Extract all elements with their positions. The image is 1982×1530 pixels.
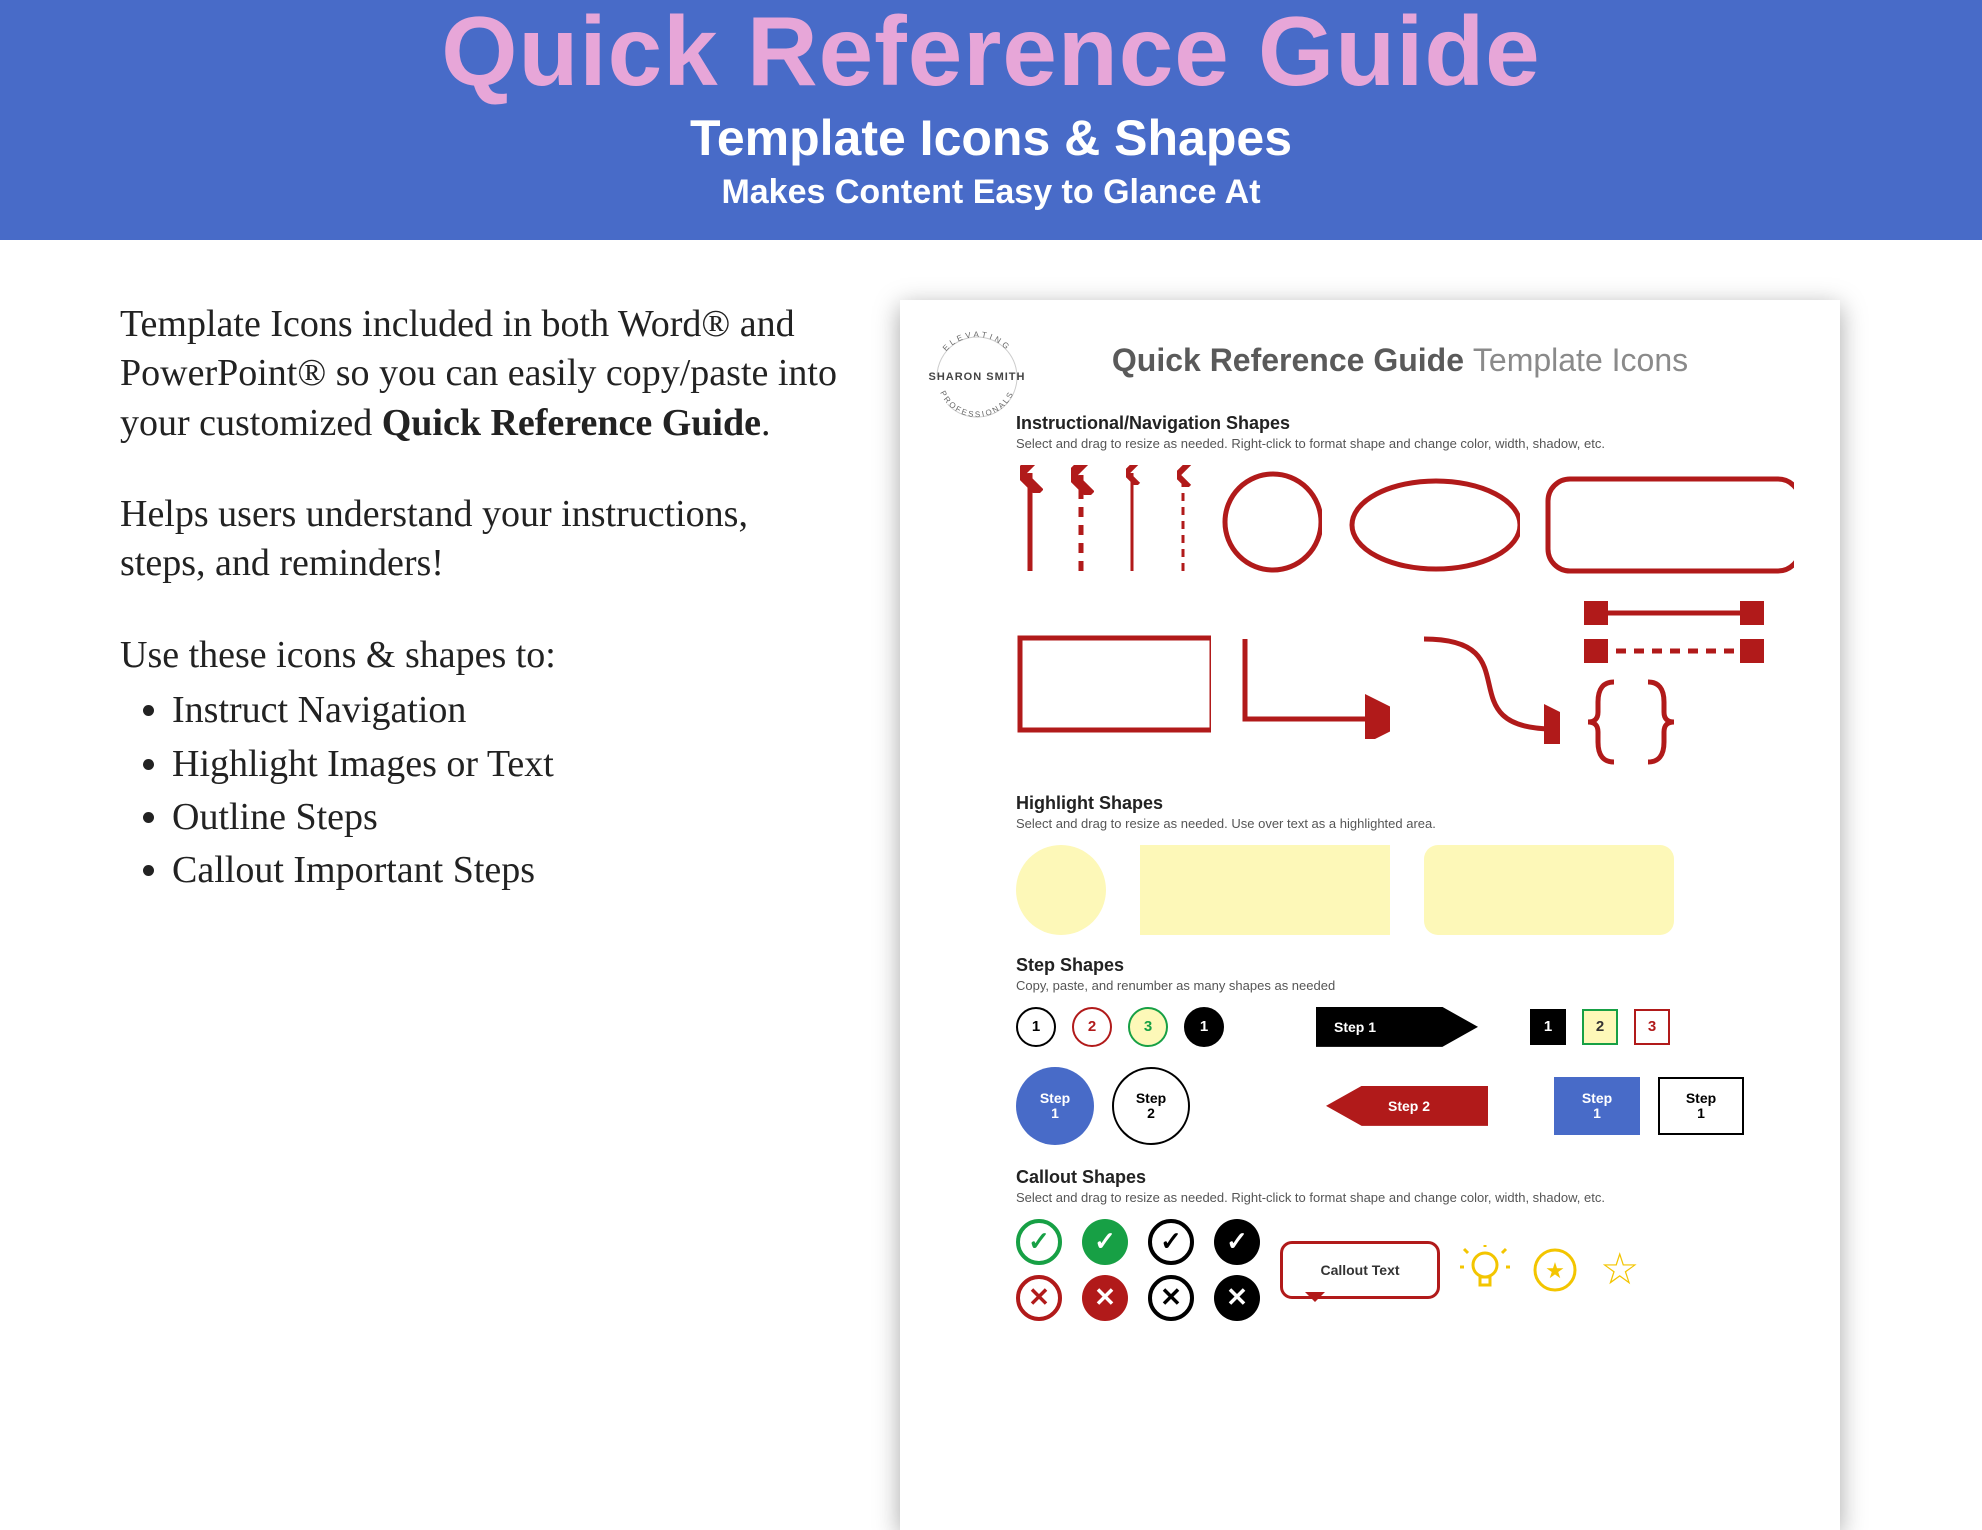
check-outline-black-icon: ✓ [1148,1219,1194,1265]
step-arrow-black: Step 1 [1316,1007,1478,1047]
paragraph-2: Helps users understand your instructions… [120,490,840,589]
list-intro: Use these icons & shapes to: [120,631,840,680]
step-big-circle-white: Step2 [1112,1067,1190,1145]
step-square-yellow: 2 [1582,1009,1618,1045]
paragraph-1: Template Icons included in both Word® an… [120,300,840,448]
arrow-up-thin-dashed-icon [1169,465,1196,575]
step-row2: Step1 Step2 Step 2 Step1 Step1 [946,1067,1794,1145]
para1-post: . [761,402,771,444]
sheet-title-light: Template Icons [1473,342,1688,378]
section4-desc: Select and drag to resize as needed. Rig… [946,1190,1794,1205]
step-box-blue: Step1 [1554,1077,1640,1135]
section2-heading: Highlight Shapes [946,793,1794,814]
page-subtitle: Template Icons & Shapes [0,109,1982,167]
star-outline-icon: ☆ [1600,1248,1639,1292]
section3-heading: Step Shapes [946,955,1794,976]
step-circle-red: 2 [1072,1007,1112,1047]
callout-box: Callout Text [1280,1241,1440,1299]
step-circle-green: 3 [1128,1007,1168,1047]
x-fill-red-icon: ✕ [1082,1275,1128,1321]
star-circle-icon: ★ [1530,1245,1580,1295]
list-item: Instruct Navigation [172,686,840,735]
logo-name: SHARON SMITH [929,371,1026,383]
section1-desc: Select and drag to resize as needed. Rig… [946,436,1794,451]
bullet-list: Instruct Navigation Highlight Images or … [120,686,840,896]
highlight-roundrect-icon [1424,845,1674,935]
brand-logo: ELEVATING PROFESSIONALS SHARON SMITH [922,322,1032,432]
page-title: Quick Reference Guide [0,0,1982,103]
x-fill-black-icon: ✕ [1214,1275,1260,1321]
ellipse-outline-icon [1346,475,1519,575]
section4-heading: Callout Shapes [946,1167,1794,1188]
brace-left-icon [1584,677,1624,767]
double-arrow-dashed-icon [1584,639,1764,663]
highlight-row [946,845,1794,935]
page-tagline: Makes Content Easy to Glance At [0,173,1982,212]
callout-label: Callout Text [1320,1262,1399,1278]
check-outline-green-icon: ✓ [1016,1219,1062,1265]
rounded-rect-outline-icon [1544,475,1795,575]
instructional-row1 [946,465,1794,575]
lightbulb-icon [1460,1245,1510,1295]
list-item: Highlight Images or Text [172,740,840,789]
circle-outline-icon [1220,469,1322,575]
section2-desc: Select and drag to resize as needed. Use… [946,816,1794,831]
left-copy: Template Icons included in both Word® an… [120,300,840,1530]
list-item: Callout Important Steps [172,846,840,895]
arrow-brace-group [1584,601,1764,767]
svg-text:ELEVATING: ELEVATING [941,330,1013,353]
step-row1: 1 2 3 1 Step 1 1 2 3 [946,1007,1794,1047]
highlight-rect-icon [1140,845,1390,935]
header-band: Quick Reference Guide Template Icons & S… [0,0,1982,240]
logo-arc-top: ELEVATING [941,330,1013,353]
svg-text:PROFESSIONALS: PROFESSIONALS [938,389,1016,419]
preview-sheet: ELEVATING PROFESSIONALS SHARON SMITH Qui… [900,300,1840,1530]
section1-heading: Instructional/Navigation Shapes [946,413,1794,434]
main-content: Template Icons included in both Word® an… [0,240,1982,1530]
step-circle-black: 1 [1016,1007,1056,1047]
step-arrow-red: Step 2 [1326,1086,1488,1126]
check-fill-green-icon: ✓ [1082,1219,1128,1265]
x-outline-red-icon: ✕ [1016,1275,1062,1321]
arrow-up-thin-icon [1118,465,1145,575]
step-square-red: 3 [1634,1009,1670,1045]
double-arrow-icon [1584,601,1764,625]
arrow-up-icon [1016,465,1043,575]
check-fill-black-icon: ✓ [1214,1219,1260,1265]
sheet-wrapper: ELEVATING PROFESSIONALS SHARON SMITH Qui… [880,300,1860,1530]
brace-right-icon [1638,677,1678,767]
x-outline-black-icon: ✕ [1148,1275,1194,1321]
svg-text:★: ★ [1545,1258,1565,1283]
step-big-circle-blue: Step1 [1016,1067,1094,1145]
para1-bold: Quick Reference Guide [382,402,761,444]
logo-arc-bottom: PROFESSIONALS [938,389,1016,419]
step-circle-filled: 1 [1184,1007,1224,1047]
highlight-circle-icon [1016,845,1106,935]
step-box-white: Step1 [1658,1077,1744,1135]
sheet-title: Quick Reference Guide Template Icons [946,342,1794,379]
callout-row: ✓ ✕ ✓ ✕ ✓ ✕ ✓ ✕ Callout Text [946,1219,1794,1321]
step-square-black: 1 [1530,1009,1566,1045]
list-item: Outline Steps [172,793,840,842]
sheet-title-bold: Quick Reference Guide [1112,342,1464,378]
elbow-arrow-icon [1235,629,1391,739]
rect-outline-icon [1016,634,1211,734]
curve-arrow-icon [1414,624,1560,744]
arrow-up-dashed-icon [1067,465,1094,575]
instructional-row2 [946,601,1794,767]
section3-desc: Copy, paste, and renumber as many shapes… [946,978,1794,993]
